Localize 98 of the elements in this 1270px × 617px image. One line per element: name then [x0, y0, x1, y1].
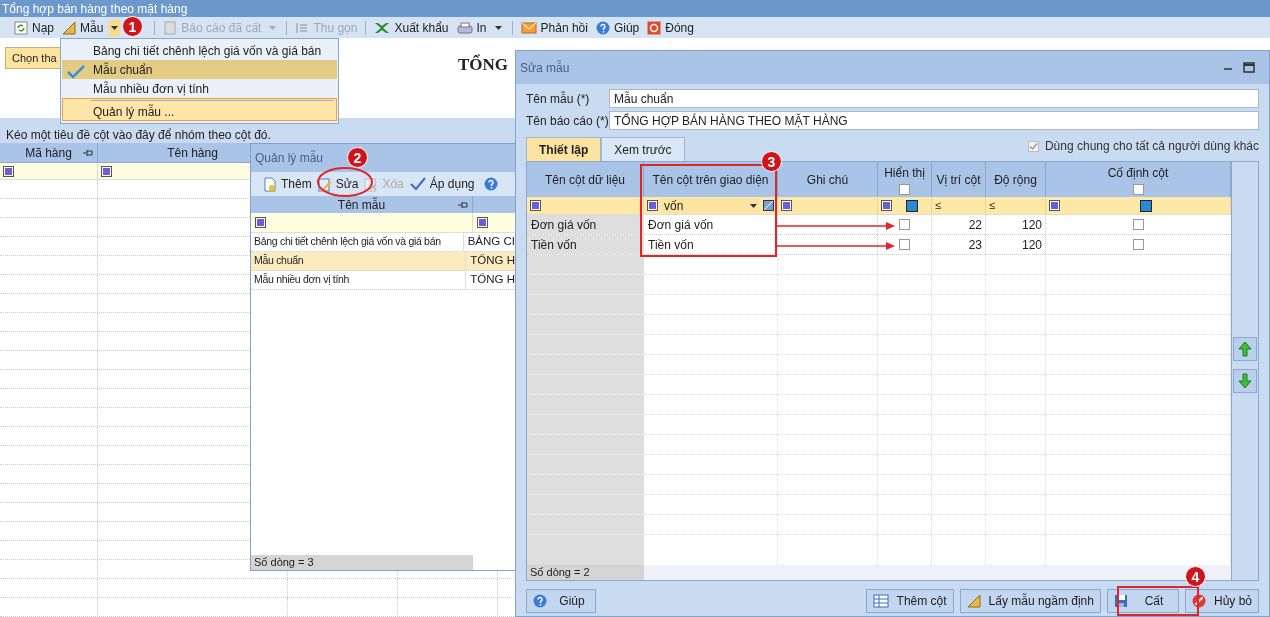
toolbar-button[interactable]: Phản hồi [509, 18, 590, 37]
table-cell[interactable]: Tiền vốn [644, 235, 778, 254]
group-hint: Kéo một tiêu đề cột vào đây để nhóm theo cột đó. [6, 126, 271, 144]
table-cell-text: BẢNG CI [466, 234, 515, 250]
toolbar-button[interactable]: Nạp [12, 18, 56, 37]
checkbox[interactable] [1133, 239, 1144, 250]
checkbox-filter-icon[interactable] [1139, 199, 1152, 212]
filter-icon[interactable] [101, 165, 112, 177]
toolbar-button[interactable]: Giúp [593, 18, 642, 37]
toolbar-button[interactable]: Mẫu [60, 18, 123, 37]
checkmark-icon [67, 64, 85, 80]
refresh-icon [14, 20, 28, 35]
toolbar-button[interactable]: In [454, 18, 506, 37]
pin-icon[interactable] [83, 149, 93, 157]
filter-icon[interactable] [781, 200, 792, 211]
table-cell: 23 [932, 235, 986, 254]
field-label: Tên báo cáo (*) [526, 112, 609, 130]
delete-icon [364, 176, 379, 192]
checkbox[interactable] [899, 184, 910, 195]
excel-icon [374, 20, 391, 35]
table-cell: Đơn giá vốn [527, 215, 644, 234]
window-title: Sửa mẫu [520, 59, 570, 77]
help-icon [533, 594, 547, 608]
pin-icon[interactable] [458, 201, 468, 209]
operator-label[interactable]: ≤ [989, 197, 996, 214]
table-cell: 22 [932, 215, 986, 234]
ruler-icon [966, 594, 981, 608]
highlight-ellipse [316, 166, 374, 198]
template-row[interactable]: Mẫu nhiều đơn vị tính TỔNG H [251, 271, 515, 290]
report-icon [163, 20, 178, 35]
new-document-icon [263, 176, 277, 192]
tab[interactable]: Xem trước [601, 137, 685, 161]
filter-icon[interactable] [1049, 200, 1060, 211]
envelope-icon [520, 20, 537, 35]
filter-icon[interactable] [530, 200, 541, 211]
filter-icon[interactable] [477, 217, 488, 228]
menu-item[interactable]: Mẫu chuẩn [62, 60, 337, 79]
table-cell: 120 [986, 215, 1046, 234]
dialog-button[interactable]: Hủy bỏ [1184, 589, 1259, 613]
table-cell[interactable]: Đơn giá vốn [644, 215, 778, 234]
toolbar-button[interactable]: Xuất khẩu [363, 18, 451, 37]
window-title: Tổng hợp bán hàng theo mặt hàng [2, 0, 188, 18]
field-label: Tên mẫu (*) [526, 90, 591, 108]
tab[interactable]: Thiết lập [526, 137, 602, 161]
filter-icon[interactable] [3, 165, 14, 177]
checkbox[interactable] [1132, 184, 1144, 195]
edit-icon [317, 176, 332, 192]
power-icon [647, 20, 662, 35]
filter-icon[interactable] [255, 217, 266, 228]
toolbar-button[interactable]: Đóng [645, 18, 696, 37]
checkbox[interactable] [899, 239, 910, 250]
table-cell: 120 [986, 235, 1046, 254]
checkbox-label: Dùng chung cho tất cả người dùng khác [1044, 138, 1259, 155]
table-cell: Mẫu chuẩn [251, 252, 467, 270]
clear-filter-icon[interactable] [763, 200, 774, 211]
table-cell: Mẫu nhiều đơn vị tính [251, 271, 467, 289]
caret-icon[interactable] [111, 25, 119, 30]
toolbar-button[interactable]: Thêm [263, 175, 312, 193]
input-field[interactable]: Mẫu chuẩn [609, 89, 1259, 108]
help-icon [595, 20, 610, 35]
row-count: Số dòng = 2 [529, 565, 591, 580]
printer-icon [456, 20, 473, 35]
row-count: Số dòng = 3 [253, 555, 315, 570]
help-icon [484, 177, 499, 191]
collapse-icon [295, 20, 310, 35]
checkbox[interactable] [899, 219, 910, 230]
dialog-button[interactable]: Giúp [526, 589, 596, 613]
filter-dropdown[interactable]: vốn [662, 198, 759, 213]
input-field[interactable]: TỔNG HỢP BÁN HÀNG THEO MẶT HÀNG [609, 111, 1259, 130]
menu-item[interactable]: Bảng chi tiết chênh lệch giá vốn và giá bán [62, 41, 337, 60]
table-cell: Tiền vốn [527, 235, 644, 254]
dialog-button[interactable]: Thêm cột [865, 589, 954, 613]
caret-icon[interactable] [494, 25, 502, 30]
checkmark-icon [409, 177, 426, 191]
table-icon [872, 594, 889, 608]
filter-icon[interactable] [881, 200, 892, 211]
menu-item[interactable]: Quản lý mẫu ... [62, 98, 337, 121]
table-cell: Bảng chi tiết chênh lệch giá vốn và giá bán [251, 233, 464, 251]
template-row[interactable]: Mẫu chuẩn TỔNG H [251, 252, 515, 271]
checkbox-filter-icon[interactable] [906, 199, 918, 212]
arrow-down-icon [1238, 373, 1252, 389]
arrow-up-icon [1238, 341, 1252, 357]
dialog-button[interactable]: Cất [1106, 589, 1179, 613]
ruler-icon [62, 20, 76, 35]
operator-label[interactable]: ≤ [935, 197, 942, 214]
template-row[interactable]: Bảng chi tiết chênh lệch giá vốn và giá bán BẢNG CI [251, 233, 515, 252]
cancel-icon [1191, 594, 1206, 608]
checkbox[interactable] [1133, 219, 1144, 230]
menu-item[interactable]: Mẫu nhiều đơn vị tính [62, 79, 337, 98]
toolbar-button[interactable]: Áp dụng [409, 175, 475, 193]
report-title: TỔNG [458, 53, 509, 76]
table-cell-text: TỔNG H [469, 272, 515, 288]
maximize-icon[interactable] [1243, 62, 1255, 73]
dialog-button[interactable]: Lấy mẫu ngầm định [959, 589, 1101, 613]
table-cell-text: TỔNG H [469, 253, 515, 269]
caret-icon[interactable] [750, 203, 757, 208]
filter-icon[interactable] [647, 200, 658, 211]
column-header[interactable]: Mã hàng [0, 143, 98, 162]
